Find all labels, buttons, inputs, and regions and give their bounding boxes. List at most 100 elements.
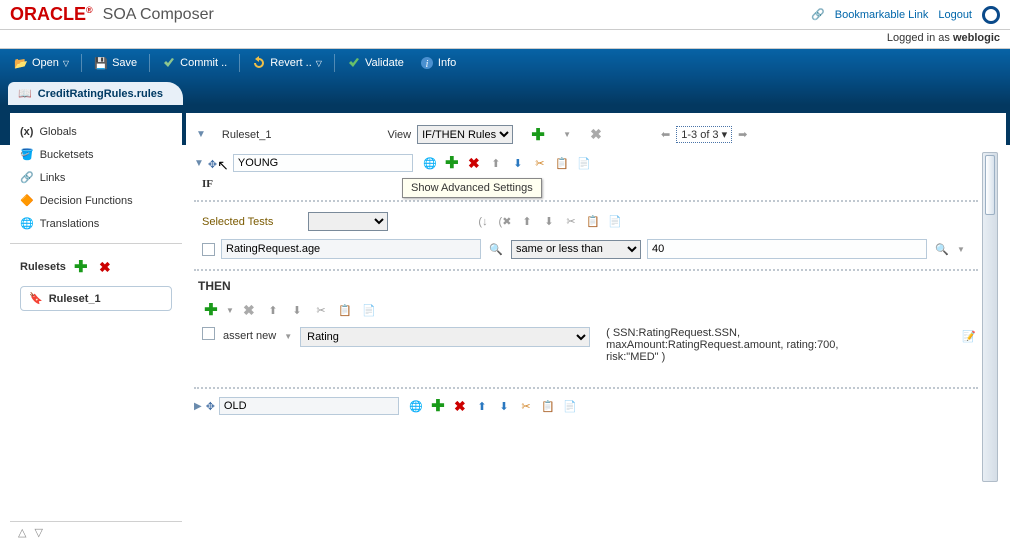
rule-name-input[interactable] — [233, 154, 413, 172]
rule-name-input[interactable] — [219, 397, 399, 415]
main-panel: ▼ Ruleset_1 View IF/THEN Rules ✚▼ ✖ ⬅ 1-… — [186, 113, 1006, 543]
arrow-up-icon[interactable]: ⬆ — [487, 154, 505, 172]
collapse-down-icon[interactable]: ▽ — [34, 526, 42, 539]
expand-rule-icon[interactable]: ▶ — [194, 401, 202, 412]
sidebar-item-label: Links — [40, 172, 66, 184]
copy-icon[interactable]: 📋 — [584, 213, 602, 231]
ruleset-item[interactable]: 🔖 Ruleset_1 — [20, 286, 172, 311]
arrow-down-icon[interactable]: ⬇ — [495, 397, 513, 415]
commit-label: Commit .. — [180, 57, 227, 69]
paste-icon[interactable]: 📄 — [606, 213, 624, 231]
edit-params-icon[interactable]: 📝 — [960, 327, 978, 345]
bracket-open-icon[interactable]: (↓ — [474, 213, 492, 231]
cut-icon[interactable]: ✂ — [517, 397, 535, 415]
view-select[interactable]: IF/THEN Rules — [417, 125, 513, 144]
tab-credit-rating-rules[interactable]: 📖 CreditRatingRules.rules — [8, 82, 183, 105]
revert-button[interactable]: Revert .. ▽ — [246, 52, 328, 74]
ruleset-name: Ruleset_1 — [222, 129, 272, 141]
delete-icon[interactable]: ✖ — [451, 397, 469, 415]
copy-icon[interactable]: 📋 — [553, 154, 571, 172]
validate-icon — [347, 56, 361, 70]
vertical-scrollbar[interactable] — [982, 152, 998, 482]
sidebar-item-links[interactable]: 🔗 Links — [14, 166, 178, 189]
open-button[interactable]: 📂 Open ▽ — [8, 52, 75, 74]
info-button[interactable]: i Info — [414, 52, 462, 74]
pager-display[interactable]: 1-3 of 3 ▾ — [676, 126, 732, 143]
copy-icon[interactable]: 📋 — [336, 301, 354, 319]
document-tabbar: 📖 CreditRatingRules.rules — [0, 77, 1010, 105]
login-prefix: Logged in as — [887, 32, 953, 44]
validate-button[interactable]: Validate — [341, 52, 410, 74]
paste-icon[interactable]: 📄 — [561, 397, 579, 415]
advanced-settings-icon[interactable]: ✥ — [206, 400, 215, 413]
then-toolbar: ✚▼ ✖ ⬆ ⬇ ✂ 📋 📄 — [194, 297, 978, 323]
commit-icon — [162, 56, 176, 70]
arrow-up-icon[interactable]: ⬆ — [264, 301, 282, 319]
test-rhs-field[interactable] — [647, 239, 927, 259]
delete-rule-button[interactable]: ✖ — [587, 126, 605, 144]
arrow-down-icon[interactable]: ⬇ — [540, 213, 558, 231]
scrollbar-thumb[interactable] — [985, 155, 995, 215]
delete-icon[interactable]: ✖ — [465, 154, 483, 172]
info-label: Info — [438, 57, 456, 69]
sidebar-item-translations[interactable]: 🌐 Translations — [14, 212, 178, 235]
verify-icon[interactable]: 🌐 — [407, 397, 425, 415]
add-icon[interactable]: ✚ — [443, 154, 461, 172]
paste-icon[interactable]: 📄 — [360, 301, 378, 319]
folder-open-icon: 📂 — [14, 56, 28, 70]
login-bar: Logged in as weblogic — [0, 30, 1010, 49]
sidebar-item-label: Globals — [39, 126, 76, 138]
bracket-close-icon[interactable]: (✖ — [496, 213, 514, 231]
sidebar-item-globals[interactable]: (x) Globals — [14, 121, 178, 143]
cut-icon[interactable]: ✂ — [562, 213, 580, 231]
bookmarkable-link[interactable]: Bookmarkable Link — [835, 9, 929, 21]
selected-tests-select[interactable] — [308, 212, 388, 231]
collapse-rule-icon[interactable]: ▼ — [194, 158, 204, 169]
assert-target-select[interactable]: Rating — [300, 327, 590, 347]
logout-link[interactable]: Logout — [938, 9, 972, 21]
arrow-down-icon[interactable]: ⬇ — [509, 154, 527, 172]
rulesets-header: Rulesets ✚ ✖ — [14, 252, 178, 282]
add-icon[interactable]: ✚ — [429, 397, 447, 415]
arrow-down-icon[interactable]: ⬇ — [288, 301, 306, 319]
sidebar-item-decision-functions[interactable]: 🔶 Decision Functions — [14, 189, 178, 212]
delete-ruleset-button[interactable]: ✖ — [96, 258, 114, 276]
action-checkbox[interactable] — [202, 327, 215, 340]
paste-icon[interactable]: 📄 — [575, 154, 593, 172]
translations-icon: 🌐 — [20, 217, 34, 230]
sidebar-item-bucketsets[interactable]: 🪣 Bucketsets — [14, 143, 178, 166]
oracle-logo: ORACLE® — [10, 4, 93, 25]
rule-header-old: ▶ ✥ 🌐 ✚ ✖ ⬆ ⬇ ✂ 📋 📄 — [194, 395, 978, 417]
test-lhs-field[interactable] — [221, 239, 481, 259]
search-lhs-icon[interactable]: 🔍 — [487, 240, 505, 258]
copy-icon[interactable]: 📋 — [539, 397, 557, 415]
sidebar-item-label: Translations — [40, 218, 100, 230]
globals-icon: (x) — [20, 126, 33, 138]
advanced-settings-icon[interactable]: ✥↖ — [208, 155, 229, 172]
add-action-button[interactable]: ✚ — [202, 301, 220, 319]
selected-tests-row: Selected Tests (↓ (✖ ⬆ ⬇ ✂ 📋 📄 — [194, 208, 978, 235]
test-checkbox[interactable] — [202, 243, 215, 256]
tooltip: Show Advanced Settings — [402, 178, 542, 198]
arrow-up-icon[interactable]: ⬆ — [473, 397, 491, 415]
ruleset-toolbar: ▼ Ruleset_1 View IF/THEN Rules ✚▼ ✖ ⬅ 1-… — [186, 113, 1006, 152]
app-header: ORACLE® SOA Composer 🔗 Bookmarkable Link… — [0, 0, 1010, 30]
pager-next-icon[interactable]: ➡ — [738, 128, 747, 141]
save-button[interactable]: 💾 Save — [88, 52, 143, 74]
search-rhs-icon[interactable]: 🔍 — [933, 240, 951, 258]
test-operator-select[interactable]: same or less than — [511, 240, 641, 259]
collapse-all-icon[interactable]: ▼ — [196, 129, 206, 140]
collapse-up-icon[interactable]: △ — [18, 526, 26, 539]
sidebar-footer: △ ▽ — [10, 521, 182, 543]
add-ruleset-button[interactable]: ✚ — [72, 258, 90, 276]
commit-button[interactable]: Commit .. — [156, 52, 233, 74]
add-rule-button[interactable]: ✚ — [529, 126, 547, 144]
cut-icon[interactable]: ✂ — [531, 154, 549, 172]
delete-action-icon[interactable]: ✖ — [240, 301, 258, 319]
cut-icon[interactable]: ✂ — [312, 301, 330, 319]
if-label: IF — [198, 174, 213, 194]
app-title: SOA Composer — [103, 6, 214, 24]
pager-prev-icon[interactable]: ⬅ — [661, 128, 670, 141]
arrow-up-icon[interactable]: ⬆ — [518, 213, 536, 231]
verify-icon[interactable]: 🌐 — [421, 154, 439, 172]
